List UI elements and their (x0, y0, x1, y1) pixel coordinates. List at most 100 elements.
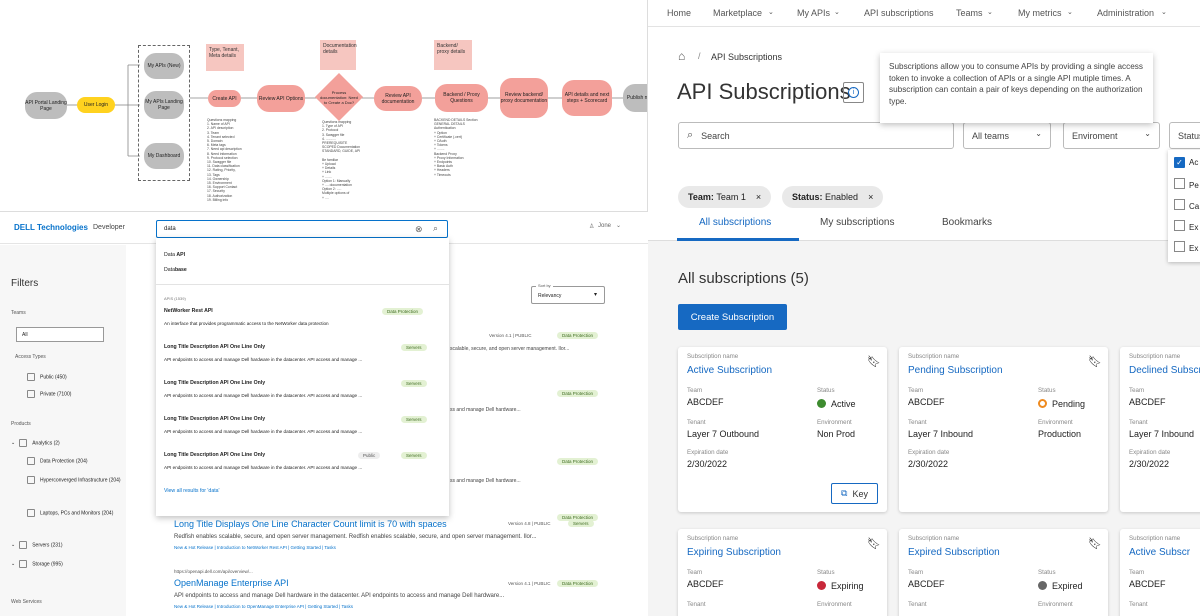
status-option[interactable]: ✓ Ac (1174, 157, 1198, 168)
chevron-down-icon[interactable]: ⌄ (11, 440, 15, 446)
access-public[interactable]: Public (450) (27, 373, 67, 381)
dd-result-title[interactable]: Long Title Description API One Line Only (164, 344, 265, 350)
info-button[interactable]: i (843, 82, 864, 103)
product-data-protection[interactable]: Data Protection (204) (27, 457, 88, 465)
teams-field[interactable]: All (16, 327, 104, 342)
sticky-type: Type, Tenant, Meta details (206, 44, 244, 71)
nav-administration[interactable]: Administration (1097, 8, 1154, 18)
bookmark-icon[interactable]: 🔖︎ (867, 355, 881, 368)
product-storage[interactable]: ⌄ Storage (995) (11, 560, 63, 568)
chevron-down-icon[interactable]: ⌄ (616, 222, 621, 229)
status-option[interactable]: Pe (1174, 178, 1199, 190)
tenant-value: Layer 7 Inbound (908, 429, 974, 439)
product-label: Analytics (2) (32, 440, 60, 447)
checkbox[interactable] (27, 373, 35, 381)
suggestion-database[interactable]: Database (164, 267, 187, 273)
teams-filter[interactable]: All teams ⌄ (963, 122, 1051, 149)
result-title-link[interactable]: Long Title Displays One Line Character C… (174, 519, 447, 529)
products-label: Products (11, 421, 31, 427)
environment-filter[interactable]: Enviroment ⌄ (1063, 122, 1160, 149)
label: Team (1129, 569, 1145, 576)
access-private[interactable]: Private (7100) (27, 390, 71, 398)
result-links[interactable]: New & Hot Release | Introduction to NetW… (174, 545, 336, 550)
user-icon[interactable]: ♙ (589, 223, 594, 230)
status-option[interactable]: Ex (1174, 220, 1198, 232)
bookmark-icon[interactable]: 🔖︎ (1088, 537, 1102, 550)
bookmark-icon[interactable]: 🔖︎ (1088, 355, 1102, 368)
checkbox-checked-icon[interactable]: ✓ (1174, 157, 1185, 168)
user-name[interactable]: Jone (598, 223, 611, 229)
nav-marketplace[interactable]: Marketplace (713, 8, 762, 18)
checkbox[interactable] (19, 439, 28, 447)
subscription-name[interactable]: Active Subscr (1129, 547, 1190, 558)
status-option[interactable]: Ex (1174, 241, 1198, 253)
dd-result-title[interactable]: NetWorker Rest API (164, 308, 213, 314)
nav-api-subscriptions[interactable]: API subscriptions (864, 8, 934, 18)
search-icon[interactable]: ⌕ (433, 223, 438, 234)
close-icon[interactable]: × (868, 192, 873, 202)
product-hci[interactable]: Hyperconverged Infrastructure (204) (27, 476, 122, 484)
nav-teams[interactable]: Teams (956, 8, 983, 18)
search-input[interactable]: data ⊗ ⌕ (156, 220, 448, 238)
subscription-name[interactable]: Expired Subscription (908, 547, 1000, 558)
checkbox[interactable] (1174, 199, 1185, 210)
sort-select[interactable]: Sort by Relevancy ▾ (531, 283, 605, 304)
review-backend-node: Review backend/ proxy documentation (500, 78, 548, 118)
team-chip[interactable]: Team: Team 1 × (678, 186, 772, 208)
status-chip[interactable]: Status: Enabled × (782, 186, 884, 208)
checkbox[interactable] (19, 541, 28, 549)
subscription-card[interactable]: Subscription name Active Subscr Team ABC… (1120, 529, 1200, 616)
subscription-name[interactable]: Active Subscription (687, 365, 772, 376)
subscription-card[interactable]: Subscription name Expiring Subscription … (678, 529, 887, 616)
status-filter[interactable]: Status (1169, 122, 1200, 149)
subscription-card[interactable]: Subscription name Active Subscription 🔖︎… (678, 347, 887, 512)
subscription-name[interactable]: Pending Subscription (908, 365, 1003, 376)
status-option[interactable]: Ca (1174, 199, 1199, 211)
result-url[interactable]: https://openapi.dell.com/api/overview/..… (174, 569, 253, 574)
create-subscription-button[interactable]: Create Subscription (678, 304, 787, 330)
bookmark-icon[interactable]: 🔖︎ (867, 537, 881, 550)
checkbox[interactable] (1174, 178, 1185, 189)
nav-my-metrics[interactable]: My metrics (1018, 8, 1062, 18)
search-field[interactable]: ⌕ Search (678, 122, 954, 149)
subscription-card[interactable]: Subscription name Expired Subscription 🔖… (899, 529, 1108, 616)
key-button[interactable]: ⧉ Key (831, 483, 878, 504)
close-icon[interactable]: × (756, 192, 761, 202)
checkbox[interactable] (1174, 220, 1185, 231)
breadcrumb[interactable]: API Subscriptions (711, 52, 782, 62)
dd-result-title[interactable]: Long Title Description API One Line Only (164, 452, 265, 458)
product-laptops[interactable]: Laptops, PCs and Monitors (204) (27, 509, 122, 517)
tab-bookmarks[interactable]: Bookmarks (942, 217, 992, 228)
nav-my-apis[interactable]: My APIs (797, 8, 830, 18)
teams-label: Teams (11, 310, 26, 316)
result-title-link[interactable]: OpenManage Enterprise API (174, 578, 289, 588)
access-private-label: Private (7100) (40, 391, 72, 398)
web-services-label: Web Services (11, 599, 42, 605)
subscription-name[interactable]: Declined Subscr (1129, 365, 1200, 376)
tab-all-subscriptions[interactable]: All subscriptions (699, 217, 771, 228)
checkbox[interactable] (27, 476, 35, 484)
checkbox[interactable] (19, 560, 28, 568)
view-all-link[interactable]: View all results for 'data' (164, 488, 220, 494)
chevron-down-icon[interactable]: ⌄ (11, 561, 15, 567)
checkbox[interactable] (27, 457, 35, 465)
checkbox[interactable] (27, 390, 35, 398)
dd-result-title[interactable]: Long Title Description API One Line Only (164, 380, 265, 386)
home-icon[interactable]: ⌂ (678, 49, 685, 63)
checkbox[interactable] (1174, 241, 1185, 252)
subscription-card[interactable]: Subscription name Pending Subscription 🔖… (899, 347, 1108, 512)
chevron-down-icon[interactable]: ⌄ (11, 542, 15, 548)
clear-icon[interactable]: ⊗ (415, 224, 423, 235)
result-links[interactable]: New & Hot Release | Introduction to Open… (174, 604, 353, 609)
dd-result-title[interactable]: Long Title Description API One Line Only (164, 416, 265, 422)
suggestion-data-api[interactable]: Data API (164, 252, 185, 258)
checkbox[interactable] (27, 509, 35, 517)
subscription-card[interactable]: Subscription name Declined Subscr Team A… (1120, 347, 1200, 512)
subscription-name[interactable]: Expiring Subscription (687, 547, 781, 558)
status-option-label: Ca (1189, 202, 1200, 211)
nav-home[interactable]: Home (667, 8, 691, 18)
active-tab-indicator (677, 238, 799, 241)
tab-my-subscriptions[interactable]: My subscriptions (820, 217, 894, 228)
product-servers[interactable]: ⌄ Servers (231) (11, 541, 63, 549)
product-analytics[interactable]: ⌄ Analytics (2) (11, 439, 60, 447)
